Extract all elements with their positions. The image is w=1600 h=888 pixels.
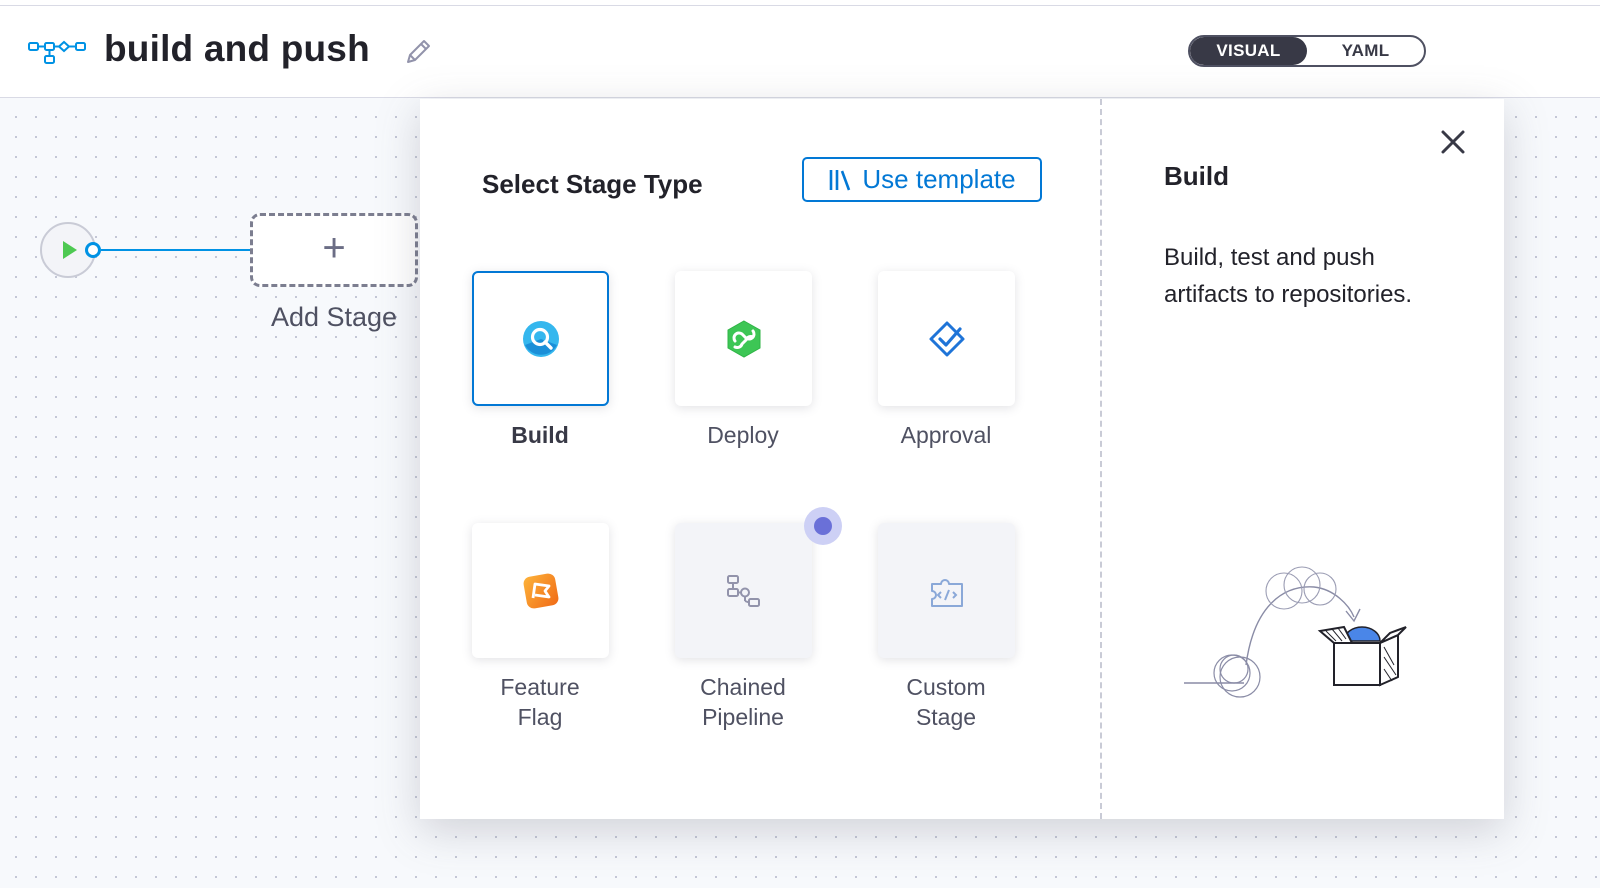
stage-option-custom-stage[interactable]: Custom Stage [878,523,1015,732]
stage-label-line: Custom [906,674,986,700]
play-icon [63,241,77,259]
stage-option-build[interactable]: Build [472,271,609,450]
stage-label-line: Feature [500,674,580,700]
add-stage-label: Add Stage [270,302,398,332]
stage-card[interactable] [878,271,1015,406]
pipeline-link [101,249,251,251]
stage-type-list: Select Stage Type Use template Build Dep… [420,99,1102,819]
beta-indicator [804,507,842,545]
stage-card[interactable] [675,271,812,406]
stage-info-panel: Build Build, test and push artifacts to … [1102,99,1504,819]
stage-card[interactable] [472,523,609,658]
deploy-icon [727,319,760,358]
panel-title: Select Stage Type [482,169,703,199]
feature-flag-icon [523,573,558,608]
pencil-icon[interactable] [402,36,434,68]
pipeline-header: build and push VISUAL YAML [0,6,1600,98]
stage-label-chained-pipeline: Chained Pipeline [663,672,823,732]
start-port[interactable] [85,242,101,258]
stage-label-line: Stage [915,704,977,730]
stage-label-approval: Approval [900,422,992,448]
chained-pipeline-icon [726,574,760,607]
toggle-visual[interactable]: VISUAL [1190,37,1307,65]
close-icon[interactable] [1438,127,1468,157]
stage-label-line: Pipeline [702,704,784,730]
stage-label-custom-stage: Custom Stage [866,672,1026,732]
box-illustration [1184,566,1407,698]
toggle-yaml[interactable]: YAML [1307,37,1424,65]
add-stage-button[interactable]: + [250,213,418,287]
custom-stage-icon [930,578,963,607]
stage-card[interactable] [472,271,609,406]
stage-option-feature-flag[interactable]: Feature Flag [472,523,609,732]
stage-label-deploy: Deploy [707,422,779,448]
library-icon [830,169,851,190]
info-title: Build [1164,161,1229,191]
stage-option-deploy[interactable]: Deploy [675,271,812,450]
plus-icon: + [322,226,346,270]
pipeline-icon [28,40,86,64]
stage-label-line: Chained [700,674,786,700]
pipeline-title: build and push [104,28,370,69]
info-description: Build, test and push artifacts to reposi… [1164,244,1413,308]
use-template-label: Use template [862,164,1016,194]
build-icon [522,320,559,357]
stage-label-feature-flag: Feature Flag [460,672,620,732]
stage-card[interactable] [675,523,812,658]
approval-icon [929,321,964,356]
select-stage-panel: Select Stage Type Use template Build Dep… [420,99,1504,819]
view-mode-toggle: VISUAL YAML [1188,35,1426,67]
stage-label-build: Build [511,422,569,448]
stage-option-chained-pipeline[interactable]: Chained Pipeline [675,523,812,732]
stage-card[interactable] [878,523,1015,658]
beta-indicator-dot [814,517,832,535]
stage-option-approval[interactable]: Approval [878,271,1015,450]
stage-label-line: Flag [517,704,563,730]
use-template-button[interactable]: Use template [802,157,1042,202]
